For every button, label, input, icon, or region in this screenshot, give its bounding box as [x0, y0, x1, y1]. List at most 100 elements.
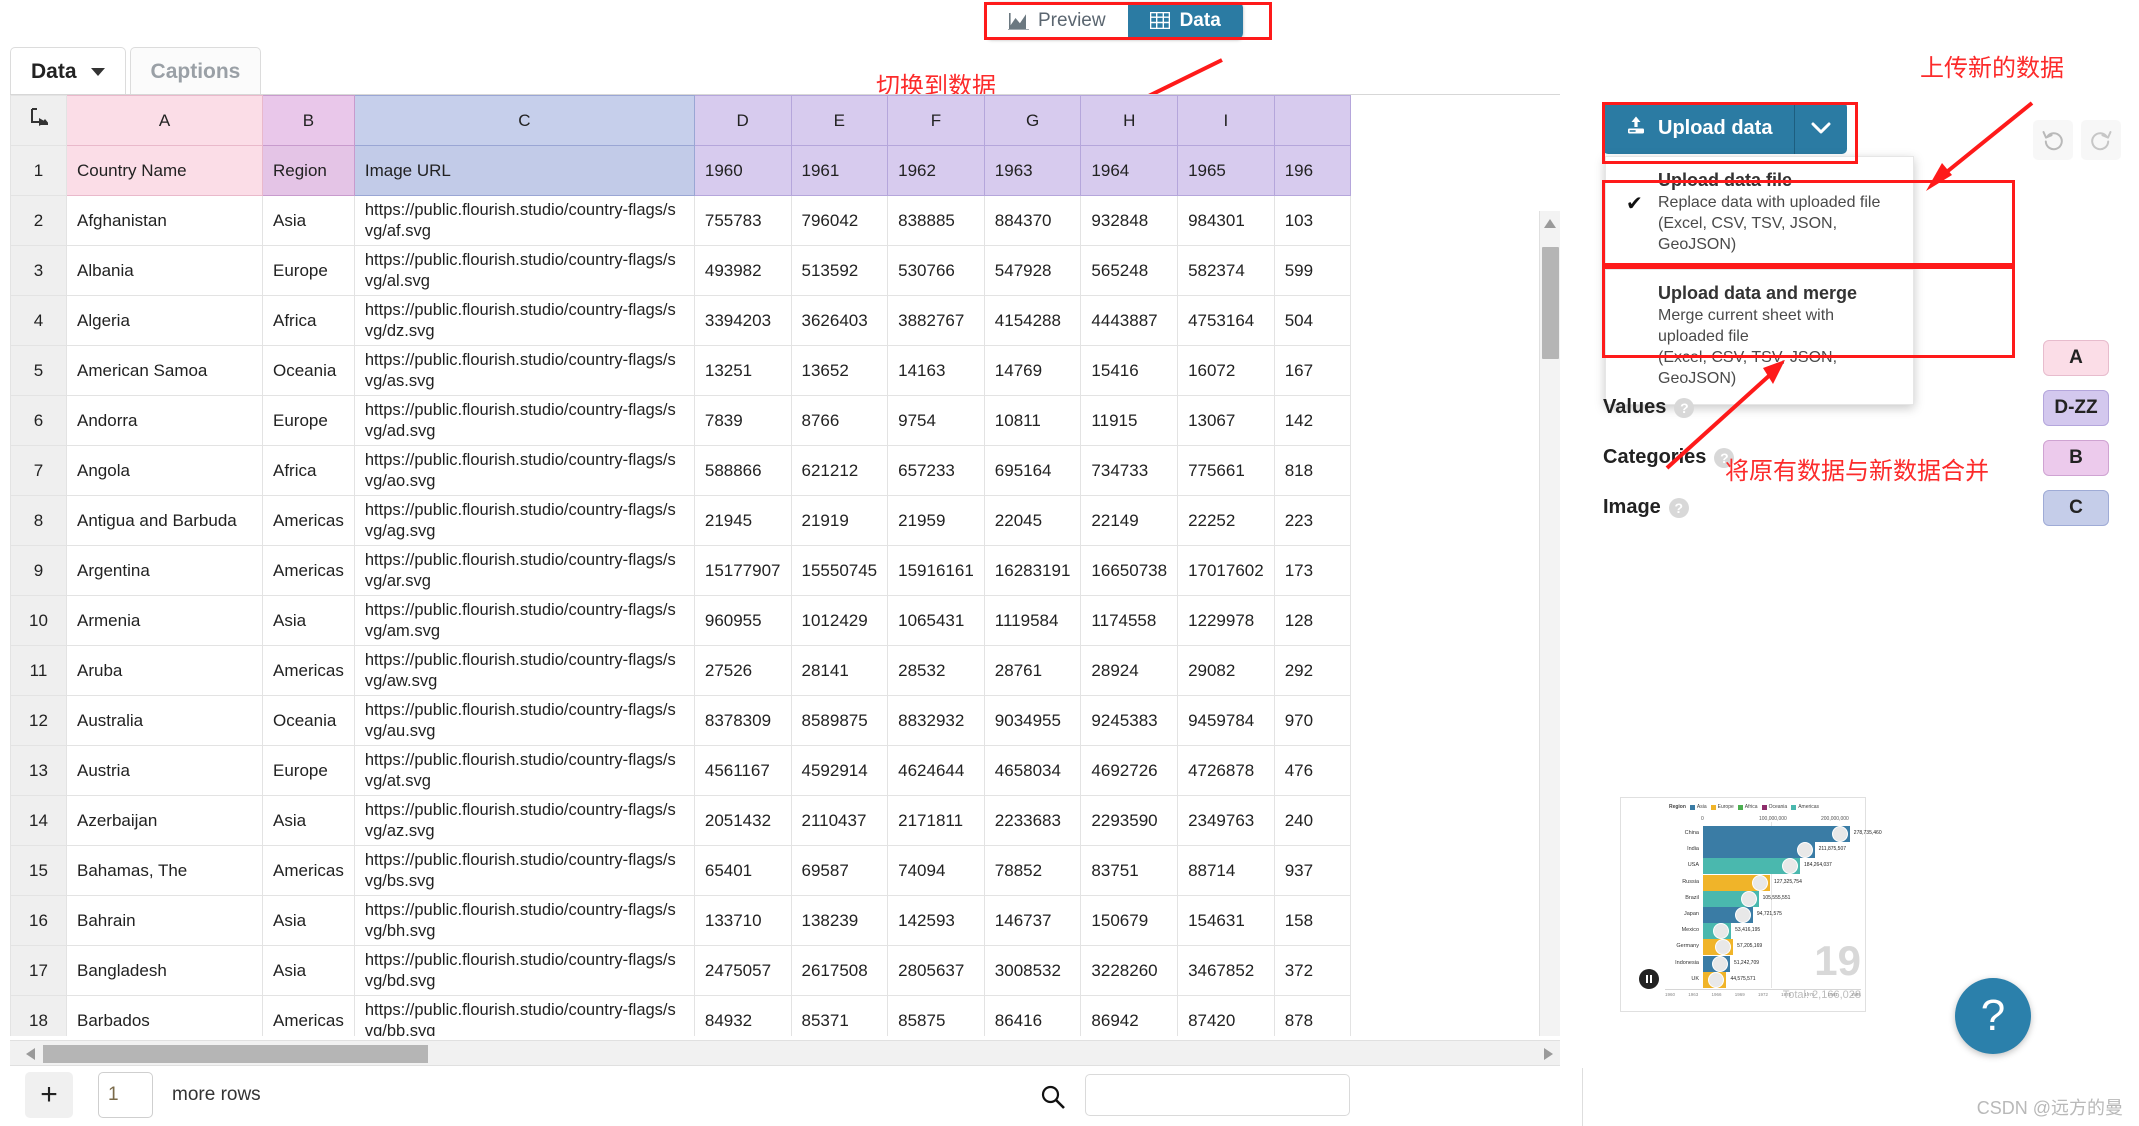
chip-image-column[interactable]: C	[2043, 490, 2109, 526]
cell-region[interactable]: Americas	[263, 846, 355, 896]
cell-value[interactable]: 11915	[1081, 396, 1178, 446]
cell-image-url[interactable]: https://public.flourish.studio/country-f…	[354, 546, 694, 596]
cell-value[interactable]: 476	[1274, 746, 1350, 796]
cell-image-url[interactable]: https://public.flourish.studio/country-f…	[354, 796, 694, 846]
cell-image-url[interactable]: https://public.flourish.studio/country-f…	[354, 846, 694, 896]
cell-country[interactable]: American Samoa	[67, 346, 263, 396]
cell-value[interactable]: 128	[1274, 596, 1350, 646]
column-header-G[interactable]: G	[984, 96, 1081, 146]
cell-value[interactable]: 85371	[791, 996, 888, 1037]
cell-country[interactable]: Albania	[67, 246, 263, 296]
row-number[interactable]: 1	[11, 146, 67, 196]
cell-value[interactable]: 3228260	[1081, 946, 1178, 996]
cell-region[interactable]: Asia	[263, 596, 355, 646]
cell-value[interactable]: 10811	[984, 396, 1081, 446]
vertical-scroll-thumb[interactable]	[1542, 247, 1559, 359]
cell-image-url[interactable]: https://public.flourish.studio/country-f…	[354, 596, 694, 646]
row-number[interactable]: 17	[11, 946, 67, 996]
cell-value[interactable]: 16072	[1178, 346, 1275, 396]
cell-value[interactable]: 547928	[984, 246, 1081, 296]
cell-value[interactable]: 755783	[694, 196, 791, 246]
cell-region[interactable]: Oceania	[263, 346, 355, 396]
cell-value[interactable]: 27526	[694, 646, 791, 696]
cell-region[interactable]: Europe	[263, 396, 355, 446]
cell-value[interactable]: 695164	[984, 446, 1081, 496]
cell-image-url[interactable]: https://public.flourish.studio/country-f…	[354, 646, 694, 696]
cell-value[interactable]: 223	[1274, 496, 1350, 546]
cell-region[interactable]: Africa	[263, 446, 355, 496]
row-number[interactable]: 18	[11, 996, 67, 1037]
cell-value[interactable]: 775661	[1178, 446, 1275, 496]
cell-value[interactable]: 103	[1274, 196, 1350, 246]
cell-header-url[interactable]: Image URL	[354, 146, 694, 196]
cell-image-url[interactable]: https://public.flourish.studio/country-f…	[354, 946, 694, 996]
chip-categories-column[interactable]: B	[2043, 440, 2109, 476]
legend-item[interactable]: Asia	[1690, 804, 1707, 810]
cell-header-1964[interactable]: 1964	[1081, 146, 1178, 196]
table-row[interactable]: 5American SamoaOceaniahttps://public.flo…	[11, 346, 1351, 396]
cell-value[interactable]: 7839	[694, 396, 791, 446]
cell-value[interactable]: 932848	[1081, 196, 1178, 246]
cell-value[interactable]: 88714	[1178, 846, 1275, 896]
cell-value[interactable]: 86942	[1081, 996, 1178, 1037]
cell-value[interactable]: 21919	[791, 496, 888, 546]
scroll-up-arrow-icon[interactable]	[1544, 219, 1556, 228]
cell-value[interactable]: 1174558	[1081, 596, 1178, 646]
upload-dropdown-toggle[interactable]	[1795, 102, 1847, 154]
legend-item[interactable]: Americas	[1791, 804, 1819, 810]
cell-value[interactable]: 17017602	[1178, 546, 1275, 596]
cell-country[interactable]: Barbados	[67, 996, 263, 1037]
cell-value[interactable]: 2617508	[791, 946, 888, 996]
cell-region[interactable]: Americas	[263, 496, 355, 546]
cell-value[interactable]: 86416	[984, 996, 1081, 1037]
cell-value[interactable]: 13067	[1178, 396, 1275, 446]
chart-preview[interactable]: RegionAsiaEuropeAfricaOceaniaAmericas 0 …	[1620, 797, 1866, 1012]
cell-value[interactable]: 937	[1274, 846, 1350, 896]
cell-value[interactable]: 878	[1274, 996, 1350, 1037]
tab-data[interactable]: Data	[1128, 2, 1243, 39]
cell-image-url[interactable]: https://public.flourish.studio/country-f…	[354, 196, 694, 246]
cell-country[interactable]: Aruba	[67, 646, 263, 696]
cell-value[interactable]: 78852	[984, 846, 1081, 896]
cell-value[interactable]: 28761	[984, 646, 1081, 696]
cell-value[interactable]: 69587	[791, 846, 888, 896]
cell-value[interactable]: 16283191	[984, 546, 1081, 596]
row-number[interactable]: 14	[11, 796, 67, 846]
cell-value[interactable]: 15416	[1081, 346, 1178, 396]
cell-value[interactable]: 9034955	[984, 696, 1081, 746]
cell-value[interactable]: 14163	[888, 346, 985, 396]
table-row[interactable]: 3AlbaniaEuropehttps://public.flourish.st…	[11, 246, 1351, 296]
cell-value[interactable]: 4592914	[791, 746, 888, 796]
cell-country[interactable]: Australia	[67, 696, 263, 746]
table-row[interactable]: 8Antigua and BarbudaAmericashttps://publ…	[11, 496, 1351, 546]
cell-image-url[interactable]: https://public.flourish.studio/country-f…	[354, 746, 694, 796]
cell-value[interactable]: 4692726	[1081, 746, 1178, 796]
cell-header-country[interactable]: Country Name	[67, 146, 263, 196]
cell-value[interactable]: 28141	[791, 646, 888, 696]
column-header-A[interactable]: A	[67, 96, 263, 146]
cell-value[interactable]: 970	[1274, 696, 1350, 746]
table-row[interactable]: 7AngolaAfricahttps://public.flourish.stu…	[11, 446, 1351, 496]
cell-value[interactable]: 657233	[888, 446, 985, 496]
cell-region[interactable]: Asia	[263, 796, 355, 846]
cell-value[interactable]: 8832932	[888, 696, 985, 746]
cell-value[interactable]: 15916161	[888, 546, 985, 596]
cell-value[interactable]: 9245383	[1081, 696, 1178, 746]
cell-value[interactable]: 9459784	[1178, 696, 1275, 746]
pause-icon[interactable]	[1639, 969, 1659, 989]
row-number[interactable]: 12	[11, 696, 67, 746]
cell-value[interactable]: 621212	[791, 446, 888, 496]
cell-value[interactable]: 84932	[694, 996, 791, 1037]
cell-value[interactable]: 4726878	[1178, 746, 1275, 796]
cell-value[interactable]: 74094	[888, 846, 985, 896]
cell-country[interactable]: Andorra	[67, 396, 263, 446]
row-number[interactable]: 10	[11, 596, 67, 646]
row-number[interactable]: 16	[11, 896, 67, 946]
cell-value[interactable]: 8378309	[694, 696, 791, 746]
cell-image-url[interactable]: https://public.flourish.studio/country-f…	[354, 696, 694, 746]
cell-region[interactable]: Asia	[263, 896, 355, 946]
cell-country[interactable]: Angola	[67, 446, 263, 496]
cell-country[interactable]: Austria	[67, 746, 263, 796]
cell-header-1960[interactable]: 1960	[694, 146, 791, 196]
cell-value[interactable]: 22149	[1081, 496, 1178, 546]
